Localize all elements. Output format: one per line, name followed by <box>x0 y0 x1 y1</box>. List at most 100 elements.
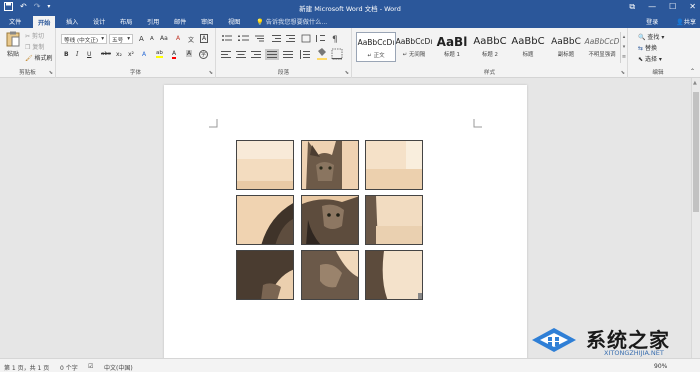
underline-button[interactable]: U <box>87 51 91 58</box>
numbering-icon[interactable] <box>238 35 249 42</box>
replace-button[interactable]: ⇆ 替换 <box>638 43 657 52</box>
character-shading-button[interactable]: A <box>186 50 193 57</box>
title-bar: ↶ ↷ ▾ 新建 Microsoft Word 文档 - Word ⧉ — ☐ … <box>0 0 700 14</box>
bullets-icon[interactable] <box>222 35 232 41</box>
font-color-button[interactable]: A <box>172 50 177 59</box>
text-effects-button[interactable]: A <box>142 51 146 58</box>
lightbulb-icon: 💡 <box>256 19 264 26</box>
increase-indent-icon[interactable] <box>286 35 295 42</box>
tab-review[interactable]: 审阅 <box>201 17 213 26</box>
image-tile[interactable] <box>236 140 294 190</box>
close-icon[interactable]: ✕ <box>689 2 696 12</box>
cut-button[interactable]: ✂ 剪切 <box>25 31 44 40</box>
decrease-indent-icon[interactable] <box>272 35 281 42</box>
copy-icon: ❐ <box>25 44 31 51</box>
style-normal[interactable]: AaBbCcDı ↵ 正文 <box>356 32 396 62</box>
image-tile[interactable] <box>301 140 359 190</box>
align-left-icon[interactable] <box>221 51 231 58</box>
subscript-button[interactable]: x₂ <box>116 51 122 58</box>
multilevel-list-icon[interactable] <box>255 35 264 42</box>
align-right-icon[interactable] <box>251 51 261 58</box>
scroll-thumb[interactable] <box>693 92 699 212</box>
paragraph-dialog-launcher-icon[interactable]: ⬊ <box>345 70 349 76</box>
borders-icon[interactable] <box>331 48 343 60</box>
minimize-icon[interactable]: — <box>648 2 656 12</box>
tab-references[interactable]: 引用 <box>147 17 159 26</box>
character-border-button[interactable]: A <box>200 34 209 43</box>
font-size-combo[interactable]: 五号 ▾ <box>109 34 133 44</box>
strikethrough-button[interactable]: abc <box>101 51 111 57</box>
tell-me-box[interactable]: 💡 告诉我您想要做什么... <box>256 17 327 26</box>
image-tile[interactable] <box>236 250 294 300</box>
proofing-icon[interactable]: ☑ <box>88 363 93 370</box>
page-count[interactable]: 第 1 页，共 1 页 <box>4 363 49 372</box>
style-heading-2[interactable]: AaBbC 标题 2 <box>470 32 510 62</box>
justify-icon[interactable] <box>265 49 279 60</box>
show-marks-icon[interactable]: ¶ <box>332 35 338 45</box>
styles-dialog-launcher-icon[interactable]: ⬊ <box>621 70 625 76</box>
tab-home[interactable]: 开始 <box>33 16 56 28</box>
collapse-ribbon-icon[interactable]: ⌃ <box>690 68 695 75</box>
maximize-icon[interactable]: ☐ <box>669 2 676 12</box>
distributed-icon[interactable] <box>283 51 293 58</box>
bold-button[interactable]: B <box>64 51 69 58</box>
image-tile[interactable] <box>301 195 359 245</box>
ribbon-display-options-icon[interactable]: ⧉ <box>629 2 635 12</box>
chinese-layout-icon[interactable] <box>301 34 311 43</box>
vertical-scrollbar[interactable]: ▲ <box>691 78 700 358</box>
font-dialog-launcher-icon[interactable]: ⬊ <box>209 70 213 76</box>
style-heading-1[interactable]: AaBl 标题 1 <box>432 32 472 62</box>
copy-button[interactable]: ❐ 复制 <box>25 42 44 51</box>
change-case-button[interactable]: Aa <box>160 35 168 42</box>
tab-mailings[interactable]: 邮件 <box>174 17 186 26</box>
svg-text:¶: ¶ <box>332 35 338 45</box>
select-button[interactable]: ⬉ 选择 ▾ <box>638 54 662 63</box>
font-name-combo[interactable]: 等线 (中文正) ▾ <box>61 34 107 44</box>
shrink-font-button[interactable]: A <box>150 36 154 42</box>
style-title-name: 标题 <box>522 52 534 58</box>
styles-more-icon[interactable]: ≡ <box>621 52 627 62</box>
style-title-sample: AaBbC <box>511 36 545 47</box>
image-tile[interactable] <box>365 250 423 300</box>
styles-scroll-down-icon[interactable]: ▾ <box>621 42 627 52</box>
clear-formatting-button[interactable]: A <box>176 35 180 42</box>
word-count[interactable]: 0 个字 <box>60 363 78 372</box>
document-page[interactable] <box>164 85 527 358</box>
style-no-spacing[interactable]: AaBbCcDı ↵ 无间隔 <box>394 32 434 62</box>
find-button[interactable]: 🔍 查找 ▾ <box>638 32 664 41</box>
zoom-level[interactable]: 90% <box>654 363 667 370</box>
clipboard-dialog-launcher-icon[interactable]: ⬊ <box>49 70 53 76</box>
image-tile[interactable] <box>365 195 423 245</box>
sort-icon[interactable] <box>316 35 325 42</box>
style-subtitle[interactable]: AaBbC 副标题 <box>546 32 586 62</box>
styles-scroll-up-icon[interactable]: ▴ <box>621 32 627 42</box>
language-indicator[interactable]: 中文(中国) <box>104 363 133 372</box>
tell-me-text: 告诉我您想要做什么... <box>265 19 328 26</box>
tab-view[interactable]: 视图 <box>228 17 240 26</box>
tab-file[interactable]: 文件 <box>9 17 21 26</box>
shading-icon[interactable] <box>317 48 327 60</box>
image-tile[interactable] <box>365 140 423 190</box>
style-subtle-emphasis[interactable]: AaBbCcD 不明显强调 <box>582 32 622 62</box>
tab-insert[interactable]: 插入 <box>66 17 78 26</box>
sign-in-link[interactable]: 登录 <box>646 17 658 26</box>
phonetic-guide-button[interactable]: 文 <box>188 35 194 44</box>
share-button[interactable]: 👤共享 <box>676 17 696 26</box>
style-title[interactable]: AaBbC 标题 <box>508 32 548 62</box>
paste-button[interactable]: 粘贴 <box>4 31 22 58</box>
image-tile[interactable] <box>236 195 294 245</box>
align-center-icon[interactable] <box>236 51 246 58</box>
document-area[interactable] <box>0 78 700 358</box>
superscript-button[interactable]: x² <box>128 51 134 58</box>
image-tile[interactable] <box>301 250 359 300</box>
line-spacing-icon[interactable] <box>300 50 310 59</box>
tab-design[interactable]: 设计 <box>93 17 105 26</box>
window-title: 新建 Microsoft Word 文档 - Word <box>299 5 401 13</box>
tab-layout[interactable]: 布局 <box>120 17 132 26</box>
grow-font-button[interactable]: A <box>139 35 144 43</box>
format-painter-button[interactable]: 🖌 格式刷 <box>25 53 53 62</box>
enclose-characters-button[interactable]: 字 <box>199 50 209 59</box>
highlight-button[interactable]: ab <box>156 50 163 58</box>
italic-button[interactable]: I <box>76 51 78 58</box>
scroll-up-icon[interactable]: ▲ <box>693 80 697 86</box>
